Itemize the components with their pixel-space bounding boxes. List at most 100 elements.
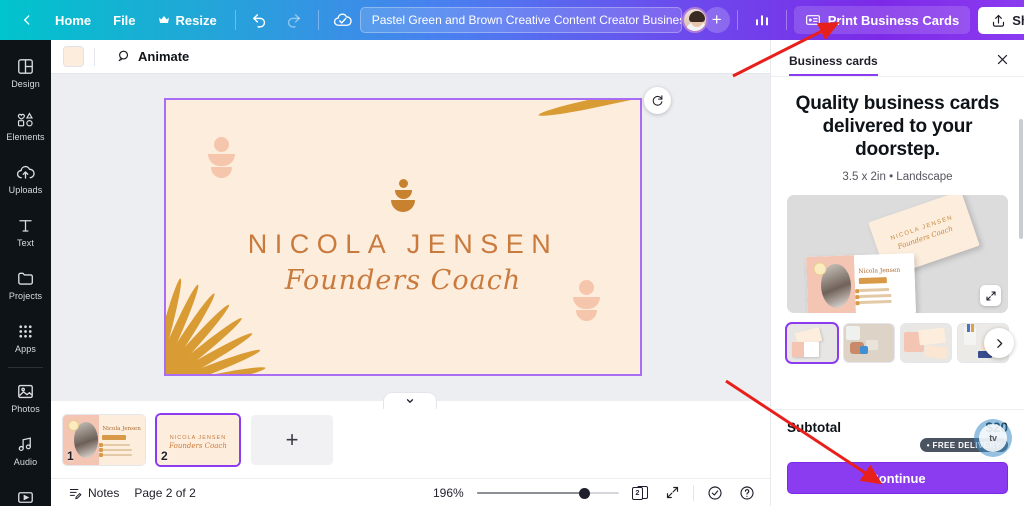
redo-icon [288,13,301,28]
home-button[interactable]: Home [44,7,102,34]
saved-status-button[interactable] [328,5,358,35]
check-button[interactable] [704,482,726,504]
mockup-contact-icon-2 [855,294,860,300]
tv-watermark: tv [974,419,1012,457]
sidebar-item-audio[interactable]: Audio [0,424,51,477]
thumb1-contact-line-1 [102,443,131,446]
toolbar-divider-1 [234,10,236,30]
page-thumbnail-1[interactable]: Nicola Jensen 1 [63,414,145,465]
page-color-swatch[interactable] [63,46,84,67]
share-button[interactable]: Share [978,6,1024,34]
shapes-icon [17,111,34,126]
mockup-thumbnail-row [787,324,1014,363]
insights-button[interactable] [747,5,777,35]
page-count-button[interactable]: 2 [629,482,651,504]
thumb1-icon-2 [99,448,104,452]
page-count-icon: 2 [632,485,648,501]
tab-business-cards[interactable]: Business cards [789,54,878,76]
print-products-panel: Business cards Quality business cards de… [770,40,1024,506]
sidebar-label-projects: Projects [8,290,43,301]
sidebar-item-apps[interactable]: Apps [0,311,51,364]
zoom-slider[interactable] [477,486,619,500]
sidebar-item-design[interactable]: Design [0,46,51,99]
card-brand-name: NICOLA JENSEN [247,229,559,259]
add-collaborator-label: + [711,10,722,29]
duplicate-page-button[interactable] [644,87,671,114]
thumb1-contact-line-2 [102,448,133,451]
help-button[interactable] [736,482,758,504]
thumb1-name: Nicola Jensen [102,425,141,432]
sidebar-item-videos[interactable]: Videos [0,477,51,506]
left-sidebar-rail: Design Elements Uploads Text Projects Ap… [0,40,51,506]
top-toolbar-left-group: Home File Resize [0,5,360,35]
mockup-card-back: Nicola Jensen [805,253,917,314]
continue-button[interactable]: Continue [787,462,1008,494]
design-title-input[interactable]: Pastel Green and Brown Creative Content … [359,7,682,33]
crown-icon [158,16,169,23]
notes-icon [69,488,82,499]
panel-scrollbar[interactable] [1019,119,1023,239]
panel-close-button[interactable] [995,52,1010,76]
mockup-contact-icon-3 [855,300,860,306]
notes-button[interactable]: Notes [63,483,124,503]
panel-footer: Subtotal $20 • FREE DELIVERY Continue tv [771,409,1024,506]
animate-label: Animate [138,49,190,64]
page-thumbnail-strip: Nicola Jensen 1 NICOLA JENSEN Founders C… [51,400,770,478]
mockup-thumbnail-1[interactable] [787,324,837,363]
panel-content: Quality business cards delivered to your… [771,77,1024,409]
file-label: File [113,12,136,28]
mockup-expand-button[interactable] [980,285,1001,307]
add-page-button[interactable]: + [251,414,333,465]
card-tagline: Founders Coach [284,265,522,296]
statusbar-divider [693,484,694,501]
mockup-thumbnail-2[interactable] [844,324,894,363]
continue-label: Continue [869,470,926,486]
grid-dots-icon [19,324,32,338]
undo-button[interactable] [245,5,275,35]
avatar[interactable] [681,7,708,33]
check-circle-icon [708,485,722,500]
expand-arrows-icon [666,486,678,499]
panel-header: Business cards [771,40,1024,77]
zoom-slider-fill [477,491,588,494]
toolbar-divider-2 [317,10,319,30]
fullscreen-button[interactable] [661,482,683,504]
mockup-thumbnail-3[interactable] [901,324,951,363]
folder-icon [18,272,33,285]
sidebar-item-text[interactable]: Text [0,205,51,258]
sidebar-item-photos[interactable]: Photos [0,371,51,424]
animate-button[interactable]: Animate [105,43,198,70]
sidebar-label-uploads: Uploads [8,184,43,195]
animate-circles-icon [118,50,129,62]
business-card-page-2[interactable]: NICOLA JENSEN Founders Coach [164,98,642,376]
panel-specs: 3.5 x 2in • Landscape [842,171,953,184]
page-indicator: Page 2 of 2 [134,485,196,500]
thumb1-icon-1 [99,443,104,447]
sidebar-divider [8,367,43,368]
thumb2-name: NICOLA JENSEN [169,434,227,441]
tv-watermark-label: tv [979,424,1007,452]
sidebar-label-text: Text [17,237,34,248]
sidebar-item-uploads[interactable]: Uploads [0,152,51,205]
print-business-cards-label: Print Business Cards [827,12,960,28]
zoom-slider-handle[interactable] [579,487,591,499]
toolbar-divider-3 [736,10,738,30]
resize-button[interactable]: Resize [147,7,228,34]
print-business-cards-button[interactable]: Print Business Cards [793,6,971,34]
mockup-next-button[interactable] [984,328,1014,359]
undo-icon [253,13,266,28]
back-button[interactable] [12,5,42,35]
design-canvas-area[interactable]: NICOLA JENSEN Founders Coach [51,74,770,400]
collapse-page-strip-button[interactable] [383,392,437,409]
sidebar-item-elements[interactable]: Elements [0,99,51,152]
business-card-mockup[interactable]: NICOLA JENSEN Founders Coach Nicola Jens… [787,195,1008,314]
page-count-value: 2 [635,489,640,497]
sidebar-item-projects[interactable]: Projects [0,258,51,311]
file-menu[interactable]: File [102,7,146,34]
cloud-upload-icon [16,165,35,179]
chevron-right-icon [996,338,1002,348]
page-thumbnail-2[interactable]: NICOLA JENSEN Founders Coach 2 [157,414,239,465]
page-number-2: 2 [161,448,168,463]
chevron-down-icon [406,399,414,403]
redo-button[interactable] [279,5,309,35]
